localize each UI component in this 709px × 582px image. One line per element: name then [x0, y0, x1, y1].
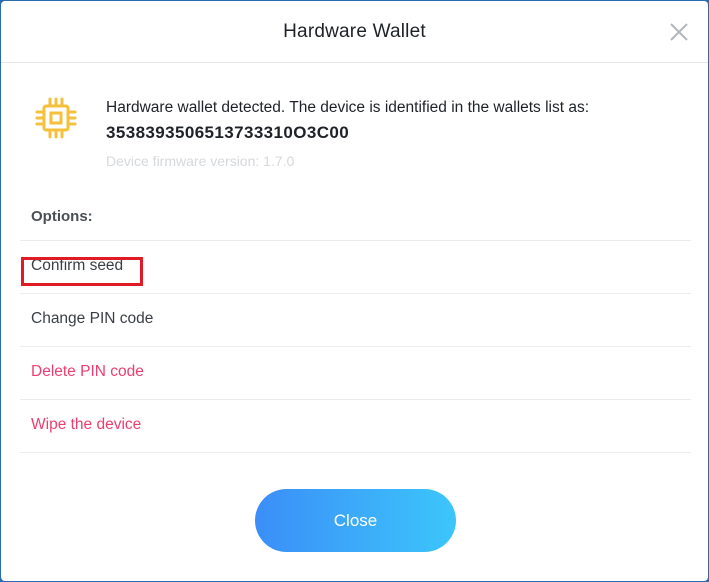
close-icon[interactable] — [668, 21, 690, 43]
hardware-wallet-dialog: Hardware Wallet Hardware wallet detected… — [1, 1, 708, 581]
change-pin-option[interactable]: Change PIN code — [20, 294, 691, 347]
options-heading: Options: — [20, 191, 691, 241]
option-label: Confirm seed — [31, 257, 124, 274]
chip-icon — [35, 97, 77, 139]
dialog-title: Hardware Wallet — [283, 20, 426, 42]
device-info-text: Hardware wallet detected. The device is … — [106, 97, 691, 171]
delete-pin-option[interactable]: Delete PIN code — [20, 347, 691, 400]
dialog-header: Hardware Wallet — [1, 1, 708, 63]
options-list: Options: Confirm seed Change PIN code De… — [20, 191, 691, 453]
confirm-seed-option[interactable]: Confirm seed — [20, 241, 691, 294]
detected-message: Hardware wallet detected. The device is … — [106, 99, 590, 116]
option-label: Delete PIN code — [31, 363, 144, 380]
firmware-version: Device firmware version: 1.7.0 — [106, 153, 295, 169]
wipe-device-option[interactable]: Wipe the device — [20, 400, 691, 453]
option-label: Wipe the device — [31, 416, 142, 433]
device-info: Hardware wallet detected. The device is … — [31, 95, 691, 175]
device-id: 3538393506513733310O3C00 — [106, 123, 350, 142]
close-button[interactable]: Close — [255, 489, 456, 552]
option-label: Change PIN code — [31, 310, 154, 327]
